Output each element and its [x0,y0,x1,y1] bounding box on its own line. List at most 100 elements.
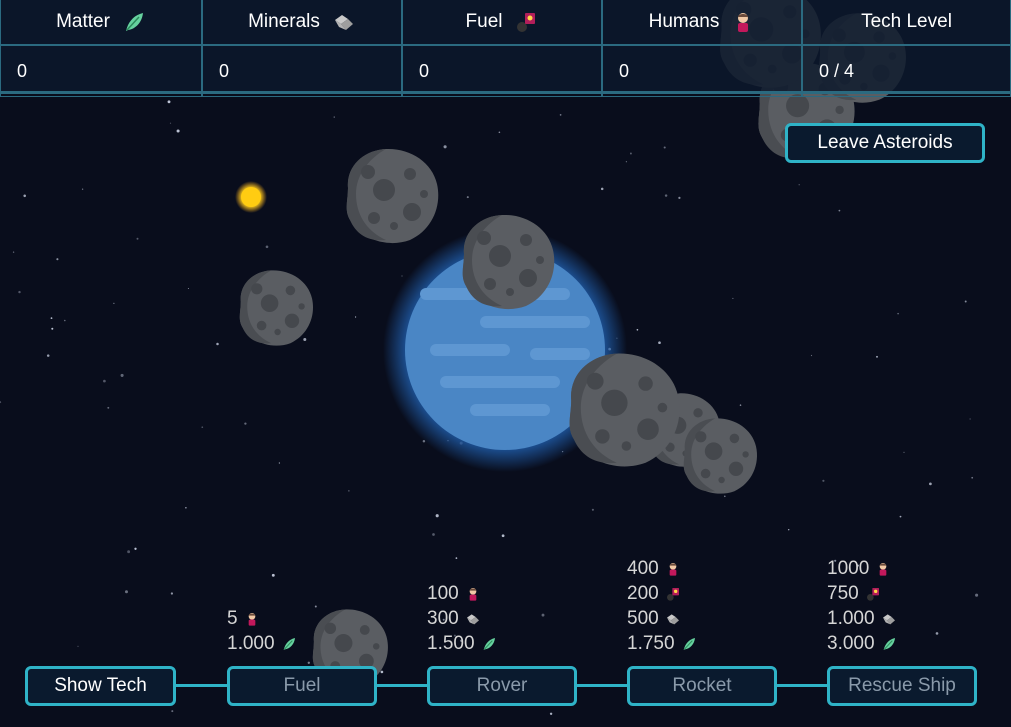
resource-matter: Matter 0 [1,0,203,96]
cost-amount: 1.750 [627,632,675,654]
star [975,593,979,597]
fuel-icon [514,10,538,34]
star [380,670,384,674]
star [600,187,604,191]
star [443,145,447,149]
star [739,404,742,406]
resource-label: Humans [648,11,720,32]
star [348,490,350,492]
human-icon [244,611,260,627]
star [103,379,106,383]
star [333,116,335,118]
resource-value: 0 [203,46,401,94]
star [216,342,219,346]
cost-amount: 1000 [827,557,870,579]
resource-label: Matter [56,11,110,32]
resource-panel: Matter 0 Minerals 0 Fuel 0 Humans 0 Tech… [0,0,1011,97]
fuel-icon [665,586,681,602]
star [971,476,974,479]
cost-amount: 400 [627,557,659,579]
star [271,573,275,577]
star [876,355,878,358]
rescue-ship-tech-cost: 1000 750 1.000 3.000 [827,556,897,656]
cost-line: 500 [627,606,697,631]
leaf-icon [122,10,146,34]
asteroid [346,148,439,244]
leaf-icon [281,636,297,652]
star [278,462,281,464]
cost-line: 1.000 [227,631,297,656]
cost-amount: 500 [627,607,659,629]
cost-amount: 1.000 [227,632,275,654]
show-tech-button[interactable]: Show Tech [25,666,176,706]
resource-humans: Humans 0 [603,0,803,96]
rescue-ship-tech-button[interactable]: Rescue Ship [827,666,977,706]
tech-connector [175,684,229,687]
cost-line: 1.750 [627,631,697,656]
human-icon [875,561,891,577]
star [798,184,800,186]
star [629,152,632,155]
asteroid [683,418,758,494]
star [822,479,825,482]
asteroid [239,270,314,346]
star [187,287,189,290]
star [625,161,628,163]
minerals-icon [465,611,481,627]
star [18,290,21,294]
star [134,547,137,550]
human-icon [731,10,755,34]
resource-value: 0 / 4 [803,46,1010,94]
rover-tech-cost: 100 300 1.500 [427,581,497,656]
star [125,590,128,594]
star [401,275,403,277]
tech-connector [775,684,829,687]
star [51,327,54,330]
star [77,645,79,647]
star [303,338,307,341]
star [170,592,174,595]
resource-value: 0 [603,46,801,94]
resource-label: Tech Level [861,11,952,32]
star [903,451,905,453]
star [810,354,813,357]
star [185,506,187,509]
asteroid [569,353,680,467]
star [935,632,939,635]
rover-tech-button[interactable]: Rover [427,666,577,706]
resource-value: 0 [403,46,601,94]
leaf-icon [681,636,697,652]
star [50,317,53,319]
human-icon [465,586,481,602]
star [899,515,902,518]
star [678,196,681,200]
cost-amount: 200 [627,582,659,604]
star [787,528,790,531]
fuel-tech-button[interactable]: Fuel [227,666,377,706]
star [244,422,247,425]
cost-line: 100 [427,581,497,606]
minerals-icon [332,10,356,34]
cost-line: 5 [227,606,297,631]
star [559,114,562,116]
cost-line: 400 [627,556,697,581]
human-icon [665,561,681,577]
star [113,302,115,305]
resource-minerals: Minerals 0 [203,0,403,96]
star [169,122,172,124]
cost-line: 200 [627,581,697,606]
minerals-icon [665,611,681,627]
star [732,297,734,299]
resource-fuel: Fuel 0 [403,0,603,96]
star [314,605,317,608]
star [501,534,505,538]
rocket-tech-button[interactable]: Rocket [627,666,777,706]
cost-amount: 5 [227,607,238,629]
resource-label: Minerals [248,11,320,32]
star [929,482,932,486]
tech-connector [375,684,429,687]
star [307,661,310,664]
star [136,237,139,240]
star [466,196,469,199]
leave-asteroids-button[interactable]: Leave Asteroids [785,123,985,163]
